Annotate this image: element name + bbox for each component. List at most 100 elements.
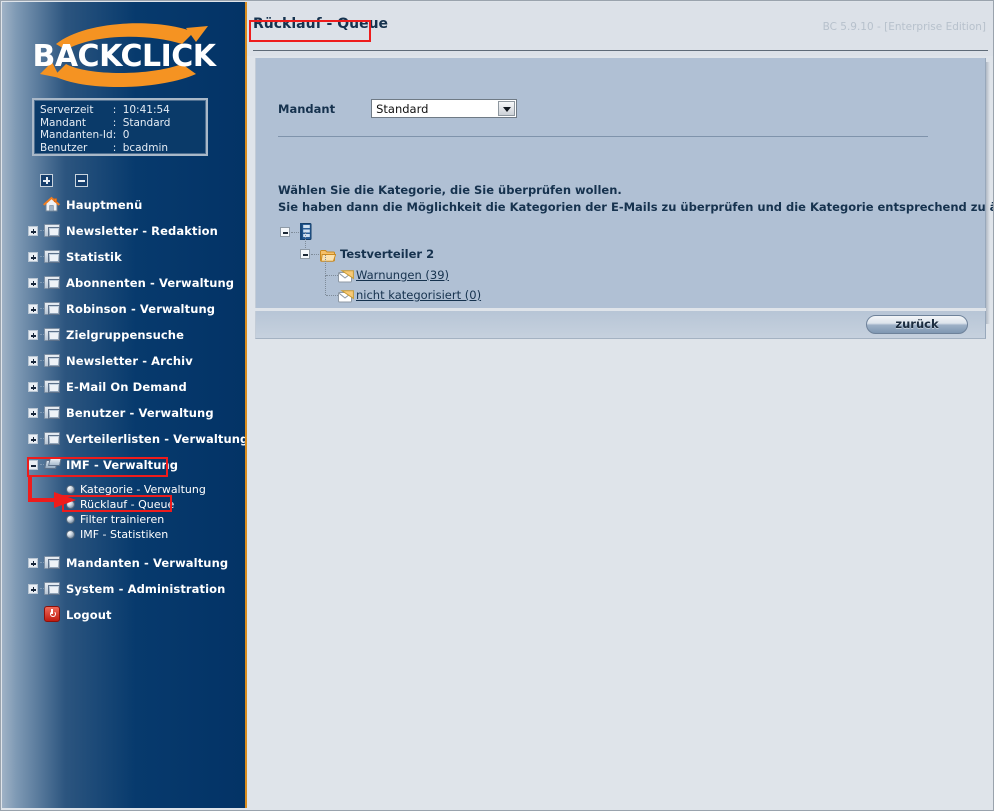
- expand-icon[interactable]: [28, 304, 38, 314]
- sidebar-item-hauptmenue[interactable]: Hauptmenü: [2, 192, 243, 218]
- backclick-logo: BACKCLICK: [26, 14, 222, 92]
- expand-icon[interactable]: [28, 408, 38, 418]
- folder-icon: [44, 431, 61, 447]
- instruction-line-1: Wählen Sie die Kategorie, die Sie überpr…: [278, 183, 622, 197]
- home-icon: [42, 195, 61, 213]
- sidebar-item-label: Benutzer - Verwaltung: [66, 406, 214, 420]
- server-info-table: Serverzeit : 10:41:54 Mandant : Standard…: [40, 104, 170, 154]
- folder-icon: [44, 223, 61, 239]
- info-row: Mandanten-Id : 0: [40, 129, 170, 142]
- expand-icon[interactable]: [28, 356, 38, 366]
- header-divider: [253, 50, 988, 51]
- sidebar-item-mandanten-verwaltung[interactable]: Mandanten - Verwaltung: [2, 550, 243, 576]
- sidebar-item-newsletter-archiv[interactable]: Newsletter - Archiv: [2, 348, 243, 374]
- sidebar-subitem-filter-trainieren[interactable]: Filter trainieren: [2, 512, 243, 527]
- content-topbar: Rücklauf - Queue BC 5.9.10 - [Enterprise…: [247, 2, 993, 56]
- tree-collapse-group[interactable]: [300, 249, 310, 259]
- sidebar-item-logout[interactable]: Logout: [2, 602, 243, 628]
- folder-icon: [44, 405, 61, 421]
- folder-icon: [44, 249, 61, 265]
- expand-icon[interactable]: [28, 252, 38, 262]
- sidebar-item-verteilerlisten-verwaltung[interactable]: Verteilerlisten - Verwaltung: [2, 426, 245, 452]
- info-row: Mandant : Standard: [40, 117, 170, 130]
- info-colon: :: [112, 104, 117, 116]
- panel-shadow: [986, 62, 990, 324]
- server-info-body: Serverzeit : 10:41:54 Mandant : Standard…: [40, 104, 170, 154]
- info-key: Benutzer: [40, 141, 88, 154]
- instructions: Wählen Sie die Kategorie, die Sie überpr…: [278, 182, 993, 216]
- action-bar: zurück: [255, 311, 986, 339]
- sidebar-item-label: E-Mail On Demand: [66, 380, 187, 394]
- sidebar-item-label: Newsletter - Redaktion: [66, 224, 218, 238]
- sidebar-item-email-on-demand[interactable]: E-Mail On Demand: [2, 374, 243, 400]
- info-colon: :: [112, 129, 117, 141]
- back-button[interactable]: zurück: [866, 315, 968, 334]
- sidebar-item-label: System - Administration: [66, 582, 226, 596]
- power-icon: [44, 606, 60, 622]
- mandant-field-row: Mandant Standard: [278, 98, 518, 118]
- application-window: BACKCLICK Serverzeit : 10:41:54 Mandant: [0, 0, 994, 811]
- sidebar-item-statistik[interactable]: Statistik: [2, 244, 243, 270]
- mandant-select[interactable]: Standard: [371, 99, 518, 118]
- expand-all-button[interactable]: [40, 174, 53, 187]
- section-divider: [278, 136, 928, 137]
- sidebar-subitem-label: Rücklauf - Queue: [80, 498, 175, 511]
- info-colon: :: [112, 141, 117, 154]
- tree-leaf-link[interactable]: Warnungen (39): [356, 268, 449, 282]
- info-key: Serverzeit: [40, 104, 94, 116]
- tree-connector: [291, 232, 299, 234]
- chevron-down-icon[interactable]: [498, 101, 516, 116]
- tree-toggle-buttons: [40, 170, 105, 189]
- sidebar-item-label: Mandanten - Verwaltung: [66, 556, 229, 570]
- sidebar-subitem-label: Filter trainieren: [80, 513, 165, 526]
- folder-icon: [44, 581, 61, 597]
- sidebar-item-benutzer-verwaltung[interactable]: Benutzer - Verwaltung: [2, 400, 243, 426]
- tree-leaf-link[interactable]: nicht kategorisiert (0): [356, 288, 481, 302]
- logo-wordmark: BACKCLICK: [32, 39, 217, 74]
- sidebar-item-zielgruppensuche[interactable]: Zielgruppensuche: [2, 322, 243, 348]
- folder-icon: [44, 353, 61, 369]
- info-row: Benutzer : bcadmin: [40, 142, 170, 155]
- mandant-selected-value: Standard: [376, 102, 429, 116]
- sidebar-item-abonnenten-verwaltung[interactable]: Abonnenten - Verwaltung: [2, 270, 243, 296]
- tree-group-label: Testverteiler 2: [340, 247, 435, 261]
- sidebar-item-label: Newsletter - Archiv: [66, 354, 193, 368]
- expand-icon[interactable]: [28, 382, 38, 392]
- sidebar: BACKCLICK Serverzeit : 10:41:54 Mandant: [2, 2, 247, 808]
- tree-connector: [325, 275, 327, 295]
- imf-icon: [44, 457, 62, 473]
- sidebar-subitem-kategorie-verwaltung[interactable]: Kategorie - Verwaltung: [2, 482, 243, 497]
- sidebar-subitem-ruecklauf-queue[interactable]: Rücklauf - Queue: [2, 497, 243, 512]
- expand-icon[interactable]: [28, 434, 38, 444]
- expand-icon[interactable]: [28, 226, 38, 236]
- info-value: 0: [122, 129, 130, 141]
- sidebar-item-robinson-verwaltung[interactable]: Robinson - Verwaltung: [2, 296, 243, 322]
- expand-icon[interactable]: [28, 278, 38, 288]
- bullet-icon: [66, 485, 75, 494]
- sidebar-item-imf-verwaltung[interactable]: IMF - Verwaltung: [2, 452, 243, 478]
- info-value: 10:41:54: [122, 104, 170, 116]
- mandant-label: Mandant: [278, 101, 336, 116]
- folder-icon: [44, 327, 61, 343]
- sidebar-subitem-imf-statistiken[interactable]: IMF - Statistiken: [2, 527, 243, 542]
- sidebar-subitem-label: IMF - Statistiken: [80, 528, 169, 541]
- main-content: Rücklauf - Queue BC 5.9.10 - [Enterprise…: [247, 2, 993, 808]
- plus-icon-v: [46, 177, 48, 184]
- expand-icon[interactable]: [28, 584, 38, 594]
- expand-icon[interactable]: [28, 558, 38, 568]
- sidebar-item-label: Zielgruppensuche: [66, 328, 184, 342]
- mail-icon: [338, 288, 354, 303]
- folder-open-icon: [320, 247, 337, 262]
- sidebar-item-newsletter-redaktion[interactable]: Newsletter - Redaktion: [2, 218, 243, 244]
- collapse-icon[interactable]: [28, 460, 38, 470]
- tree-collapse-root[interactable]: [280, 227, 290, 237]
- tree-connector: [326, 295, 338, 297]
- bullet-icon: [66, 530, 75, 539]
- sidebar-subitem-label: Kategorie - Verwaltung: [80, 483, 206, 496]
- sidebar-item-system-administration[interactable]: System - Administration: [2, 576, 243, 602]
- info-value: Standard: [122, 116, 171, 129]
- folder-icon: [44, 275, 61, 291]
- expand-icon[interactable]: [28, 330, 38, 340]
- info-key: Mandanten-Id: [40, 129, 113, 141]
- collapse-all-button[interactable]: [75, 174, 89, 187]
